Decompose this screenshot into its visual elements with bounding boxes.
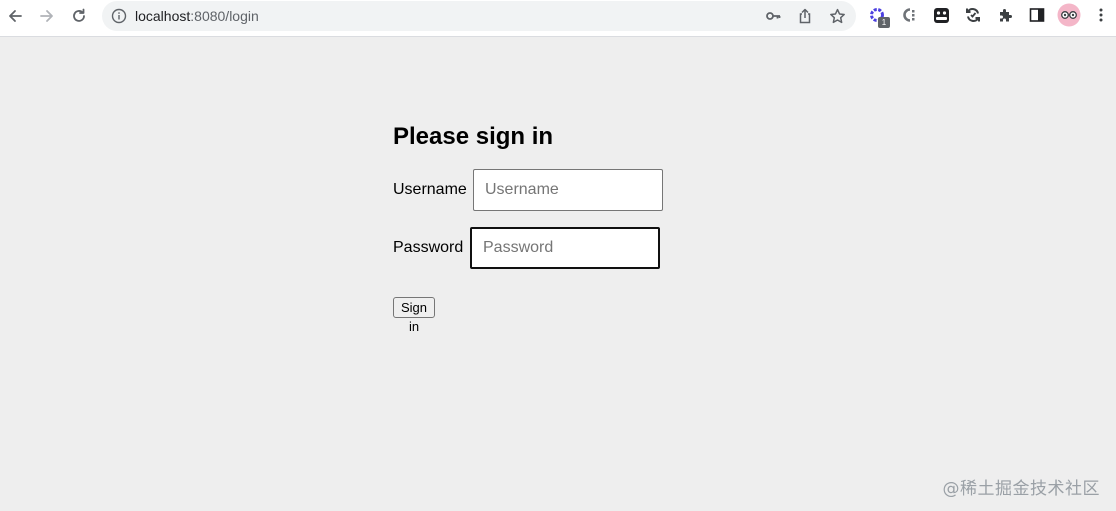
extension-sync-button[interactable] [963,5,983,25]
side-panel-button[interactable] [1027,5,1047,25]
watermark-text: @稀土掘金技术社区 [942,479,1100,499]
share-icon [799,8,811,24]
extensions-menu-button[interactable] [995,5,1015,25]
page-title: Please sign in [393,123,554,150]
url-text[interactable]: localhost:8080/login [135,7,259,25]
more-vert-icon [1099,8,1103,22]
extension-badge: 1 [878,17,890,28]
password-input[interactable] [470,227,660,269]
side-panel-icon [1029,8,1045,22]
forward-button[interactable] [36,5,58,27]
username-label: Username [393,181,467,198]
tampermonkey-extension-icon [933,7,949,23]
reload-button[interactable] [68,5,90,27]
browser-toolbar: localhost:8080/login 1 [0,0,1116,37]
passwords-button[interactable] [764,7,782,25]
profile-button[interactable] [1057,3,1081,27]
back-button[interactable] [4,5,26,27]
extension-tampermonkey-button[interactable] [931,5,951,25]
bookmark-button[interactable] [828,7,846,25]
reload-icon [73,8,85,22]
info-circle-icon[interactable] [111,8,127,24]
key-icon [766,12,781,20]
password-label: Password [393,239,464,256]
avatar-icon [1057,3,1081,27]
browser-menu-button[interactable] [1091,5,1111,25]
address-bar[interactable]: localhost:8080/login [102,1,856,31]
sync-extension-icon [966,8,980,22]
c-extension-icon [903,8,915,22]
username-input[interactable] [473,169,663,211]
puzzle-icon [999,8,1012,21]
extension-c-button[interactable] [899,5,919,25]
arrow-left-icon [9,10,22,22]
sign-in-button[interactable]: Sign in [393,297,436,334]
url-host: localhost [135,8,191,24]
star-icon [829,8,845,23]
arrow-right-icon [40,10,53,22]
share-button[interactable] [796,7,814,25]
url-path: :8080/login [190,8,259,24]
